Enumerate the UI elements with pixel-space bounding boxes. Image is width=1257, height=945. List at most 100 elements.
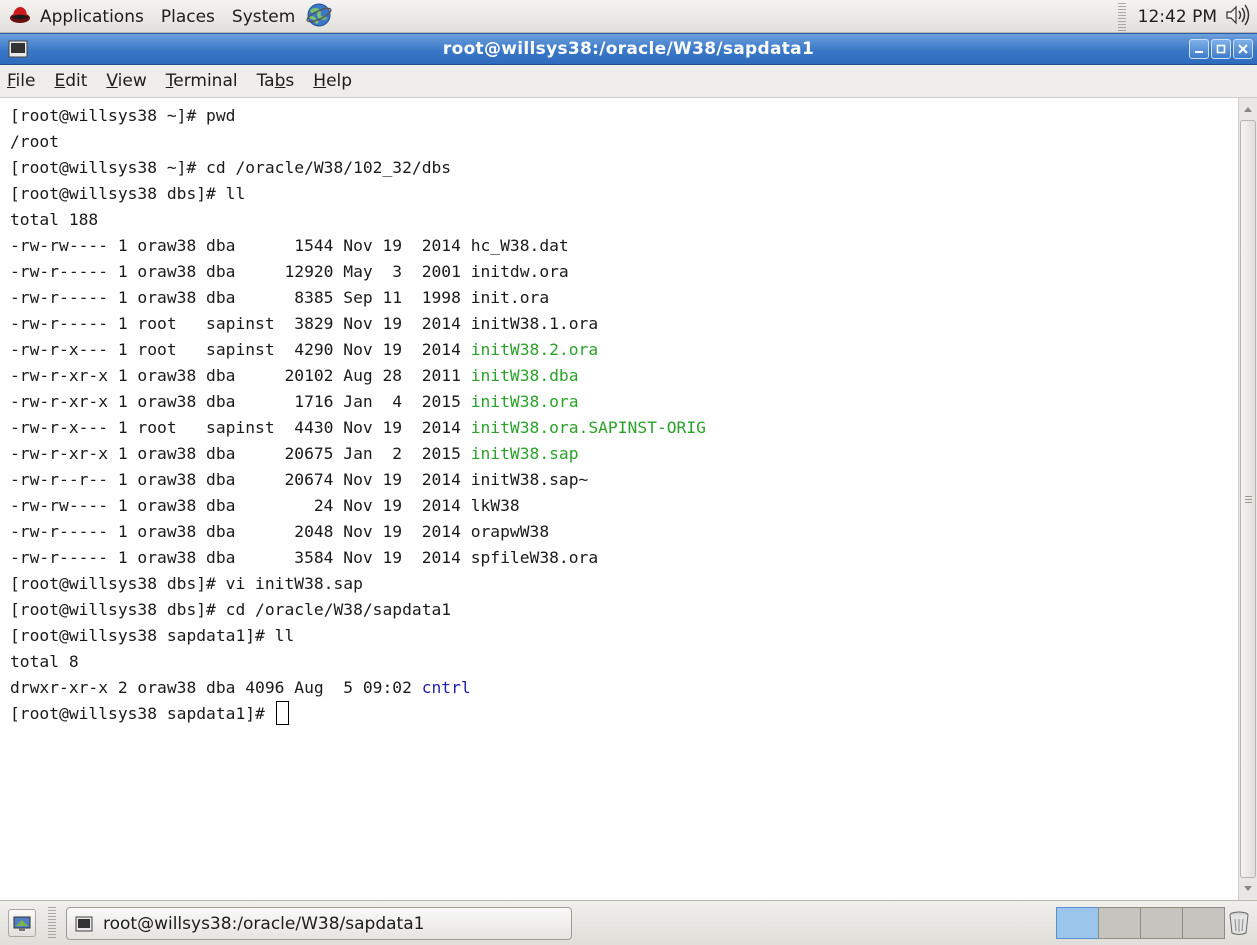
show-desktop-icon [13,916,31,931]
line-text: -rw-r----- 1 oraw38 dba 2048 Nov 19 2014 [10,522,471,541]
file-name: cntrl [421,678,471,697]
terminal-line: -rw-r-xr-x 1 oraw38 dba 1716 Jan 4 2015 … [10,389,706,415]
terminal-line: -rw-r----- 1 oraw38 dba 3584 Nov 19 2014… [10,545,706,571]
window-titlebar[interactable]: root@willsys38:/oracle/W38/sapdata1 [0,33,1257,65]
terminal-line: -rw-r--r-- 1 oraw38 dba 20674 Nov 19 201… [10,467,706,493]
terminal-line: [root@willsys38 dbs]# vi initW38.sap [10,571,706,597]
trash-icon[interactable] [1228,910,1250,940]
workspace-1[interactable] [1056,907,1099,939]
terminal-line: -rw-r----- 1 oraw38 dba 12920 May 3 2001… [10,259,706,285]
line-text: -rw-r----- 1 oraw38 dba 3584 Nov 19 2014 [10,548,471,567]
line-text: -rw-rw---- 1 oraw38 dba 1544 Nov 19 2014 [10,236,471,255]
line-text: -rw-r----- 1 root sapinst 3829 Nov 19 20… [10,314,471,333]
scroll-up-arrow-icon[interactable] [1240,99,1256,119]
terminal-line: [root@willsys38 ~]# cd /oracle/W38/102_3… [10,155,706,181]
terminal-line: -rw-rw---- 1 oraw38 dba 24 Nov 19 2014 l… [10,493,706,519]
file-name: initW38.dba [470,366,579,385]
menu-help[interactable]: Help [313,71,352,91]
terminal-line: [root@willsys38 ~]# pwd [10,103,706,129]
file-name: init.ora [470,288,550,307]
menu-terminal[interactable]: Terminal [166,71,238,91]
line-text: -rw-r-x--- 1 root sapinst 4290 Nov 19 20… [10,340,471,359]
file-name: spfileW38.ora [470,548,599,567]
file-name: hc_W38.dat [470,236,569,255]
terminal-line: total 188 [10,207,706,233]
maximize-button[interactable] [1211,39,1231,59]
bottom-panel: root@willsys38:/oracle/W38/sapdata1 [0,900,1257,945]
file-name: initW38.sap~ [470,470,589,489]
line-text: -rw-r----- 1 oraw38 dba 12920 May 3 2001 [10,262,471,281]
line-text: [root@willsys38 sapdata1]# [10,704,275,723]
system-menu[interactable]: System [232,7,295,27]
menu-tabs[interactable]: Tabs [257,71,295,91]
line-text: [root@willsys38 sapdata1]# ll [10,626,295,645]
show-desktop-button[interactable] [8,909,36,937]
line-text: -rw-r-x--- 1 root sapinst 4430 Nov 19 20… [10,418,471,437]
file-name: initW38.2.ora [470,340,599,359]
line-text: [root@willsys38 ~]# pwd [10,106,236,125]
redhat-logo-icon[interactable] [8,3,32,31]
menu-edit[interactable]: Edit [54,71,87,91]
terminal-line: [root@willsys38 dbs]# cd /oracle/W38/sap… [10,597,706,623]
file-name: lkW38 [470,496,520,515]
terminal-output[interactable]: [root@willsys38 ~]# pwd/root [root@willsy… [0,98,1238,900]
terminal-line: drwxr-xr-x 2 oraw38 dba 4096 Aug 5 09:02… [10,675,706,701]
workspace-switcher[interactable] [1056,907,1225,939]
line-text: [root@willsys38 dbs]# ll [10,184,246,203]
menu-view[interactable]: View [106,71,146,91]
minimize-button[interactable] [1189,39,1209,59]
file-name: initW38.1.ora [470,314,599,333]
taskbar-handle[interactable] [48,907,56,939]
file-name: orapwW38 [470,522,550,541]
line-text: -rw-r--r-- 1 oraw38 dba 20674 Nov 19 201… [10,470,471,489]
file-name: initW38.sap [470,444,579,463]
line-text: total 188 [10,210,99,229]
terminal-line: [root@willsys38 sapdata1]# [10,701,706,727]
terminal-line: [root@willsys38 dbs]# ll [10,181,706,207]
workspace-4[interactable] [1182,907,1225,939]
terminal-task-icon [75,916,93,932]
menubar: File Edit View Terminal Tabs Help [0,65,1257,98]
panel-handle[interactable] [1117,2,1126,31]
line-text: -rw-r----- 1 oraw38 dba 8385 Sep 11 1998 [10,288,471,307]
places-menu[interactable]: Places [161,7,215,27]
terminal-line: total 8 [10,649,706,675]
terminal-line: -rw-r----- 1 root sapinst 3829 Nov 19 20… [10,311,706,337]
workspace-3[interactable] [1140,907,1183,939]
workspace-2[interactable] [1098,907,1141,939]
terminal-line: /root [10,129,706,155]
top-panel: Applications Places System 12:42 PM [0,0,1257,33]
terminal-line: -rw-rw---- 1 oraw38 dba 1544 Nov 19 2014… [10,233,706,259]
terminal-line: -rw-r----- 1 oraw38 dba 8385 Sep 11 1998… [10,285,706,311]
applications-menu[interactable]: Applications [40,7,144,27]
text-cursor [275,701,289,725]
terminal-lines: [root@willsys38 ~]# pwd/root [root@willsy… [10,103,706,727]
scrollbar-thumb[interactable] [1240,120,1256,878]
line-text: -rw-r-xr-x 1 oraw38 dba 20102 Aug 28 201… [10,366,471,385]
terminal-line: -rw-r-x--- 1 root sapinst 4290 Nov 19 20… [10,337,706,363]
menu-file[interactable]: File [7,71,35,91]
terminal-line: -rw-r-x--- 1 root sapinst 4430 Nov 19 20… [10,415,706,441]
clock[interactable]: 12:42 PM [1138,7,1217,27]
vertical-scrollbar[interactable] [1238,98,1257,900]
file-name: initdw.ora [470,262,569,281]
terminal-line: [root@willsys38 sapdata1]# ll [10,623,706,649]
web-browser-icon[interactable] [306,2,332,32]
volume-icon[interactable] [1225,4,1251,30]
line-text: drwxr-xr-x 2 oraw38 dba 4096 Aug 5 09:02 [10,678,422,697]
window-title: root@willsys38:/oracle/W38/sapdata1 [442,39,815,59]
close-button[interactable] [1233,39,1253,59]
taskbar-window-label: root@willsys38:/oracle/W38/sapdata1 [103,913,425,934]
file-name: initW38.ora [470,392,579,411]
scroll-down-arrow-icon[interactable] [1240,879,1256,899]
terminal-line: -rw-r----- 1 oraw38 dba 2048 Nov 19 2014… [10,519,706,545]
line-text: /root [10,132,60,151]
line-text: total 8 [10,652,79,671]
line-text: [root@willsys38 dbs]# cd /oracle/W38/sap… [10,600,452,619]
line-text: -rw-r-xr-x 1 oraw38 dba 20675 Jan 2 2015 [10,444,471,463]
taskbar-window-button[interactable]: root@willsys38:/oracle/W38/sapdata1 [66,907,572,940]
line-text: -rw-rw---- 1 oraw38 dba 24 Nov 19 2014 [10,496,471,515]
line-text: [root@willsys38 dbs]# vi initW38.sap [10,574,363,593]
terminal-line: -rw-r-xr-x 1 oraw38 dba 20102 Aug 28 201… [10,363,706,389]
line-text: [root@willsys38 ~]# cd /oracle/W38/102_3… [10,158,452,177]
